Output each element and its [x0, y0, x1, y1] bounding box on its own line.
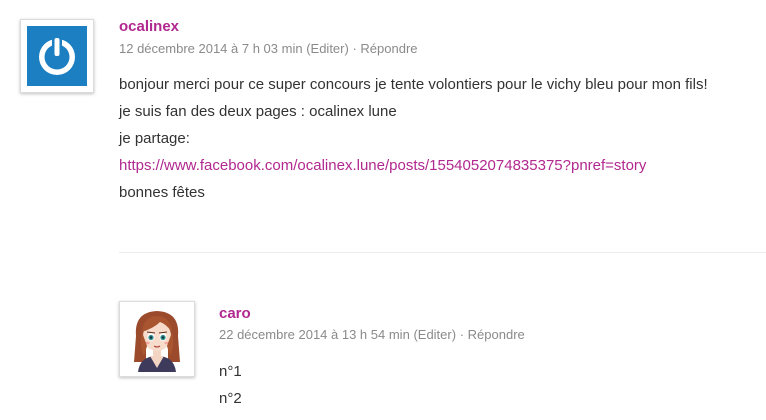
facebook-link[interactable]: https://www.facebook.com/ocalinex.lune/p… [119, 157, 646, 174]
comment-body: n°1 n°2 [219, 358, 242, 412]
comment-author[interactable]: caro [219, 305, 251, 322]
comment-meta: 12 décembre 2014 à 7 h 03 min (Editer) ·… [119, 41, 418, 56]
comment-line: n°1 [219, 363, 242, 380]
comment-line: bonjour merci pour ce super concours je … [119, 76, 708, 93]
comment-line: je suis fan des deux pages : ocalinex lu… [119, 103, 397, 120]
edit-link[interactable]: (Editer) [413, 327, 456, 342]
comment-line: je partage: [119, 130, 190, 147]
meta-separator: · [352, 41, 357, 56]
meta-separator: · [459, 327, 465, 342]
reply-link[interactable]: Répondre [360, 41, 417, 56]
comment-meta: 22 décembre 2014 à 13 h 54 min (Editer) … [219, 327, 525, 342]
avatar [119, 301, 195, 377]
avatar [20, 19, 94, 93]
comment-body: bonjour merci pour ce super concours je … [119, 71, 708, 206]
comment-date[interactable]: 12 décembre 2014 à 7 h 03 min [119, 41, 303, 56]
comment-line: bonnes fêtes [119, 184, 205, 201]
comment-author[interactable]: ocalinex [119, 18, 179, 35]
edit-link[interactable]: (Editer) [306, 41, 349, 56]
comment-divider [119, 252, 766, 253]
power-button-icon [27, 26, 87, 86]
comment-line: n°2 [219, 390, 242, 407]
cartoon-girl-avatar-icon [124, 306, 190, 372]
reply-link[interactable]: Répondre [468, 327, 525, 342]
comment-date[interactable]: 22 décembre 2014 à 13 h 54 min [219, 327, 410, 342]
